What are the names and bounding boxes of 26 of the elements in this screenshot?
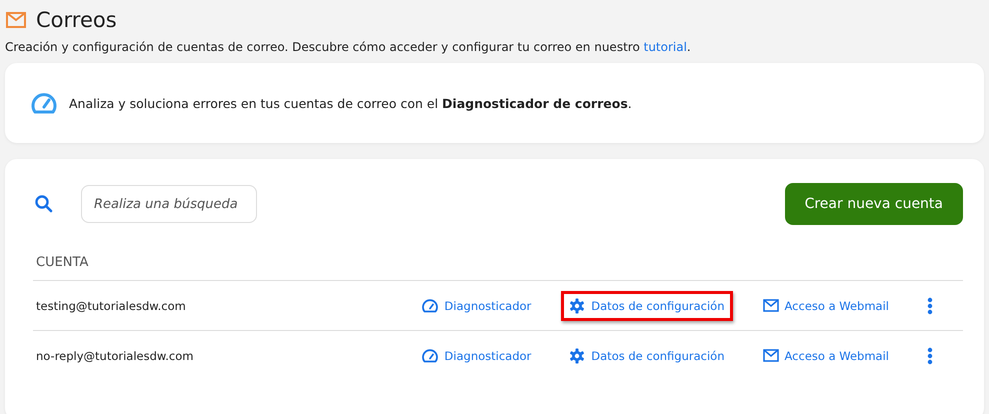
more-options-icon[interactable] xyxy=(927,296,933,314)
webmail-link[interactable]: Acceso a Webmail xyxy=(754,292,897,320)
search-icon xyxy=(35,195,53,213)
tutorial-link[interactable]: tutorial xyxy=(644,40,687,54)
create-account-button[interactable]: Crear nueva cuenta xyxy=(784,183,963,225)
mail-icon xyxy=(6,12,26,28)
page-title: Correos xyxy=(36,8,117,32)
gauge-icon xyxy=(31,92,57,114)
column-header: CUENTA xyxy=(36,255,88,270)
mail-icon xyxy=(762,299,779,312)
intro-text: Creación y configuración de cuentas de correo. Descubre cómo acceder y configurar tu correo en nuestro tutorial. xyxy=(5,40,692,54)
more-options-icon[interactable] xyxy=(927,346,933,364)
account-email: testing@tutorialesdw.com xyxy=(36,298,187,312)
webmail-link[interactable]: Acceso a Webmail xyxy=(754,342,897,370)
gear-icon xyxy=(569,298,586,314)
account-email: no-reply@tutorialesdw.com xyxy=(36,348,194,362)
gauge-icon xyxy=(422,348,438,362)
settings-link[interactable]: Datos de configuración xyxy=(561,340,733,370)
gear-icon xyxy=(569,348,586,364)
diagnose-link[interactable]: Diagnosticador xyxy=(414,292,540,320)
mail-icon xyxy=(762,349,779,362)
notice-text: Analiza y soluciona errores en tus cuentas de correo con el Diagnosticador de correos. xyxy=(69,96,632,110)
settings-link[interactable]: Datos de configuración xyxy=(561,290,733,320)
gauge-icon xyxy=(422,298,438,312)
search-field[interactable]: Realiza una búsqueda xyxy=(81,185,257,223)
diagnose-link[interactable]: Diagnosticador xyxy=(414,342,540,370)
